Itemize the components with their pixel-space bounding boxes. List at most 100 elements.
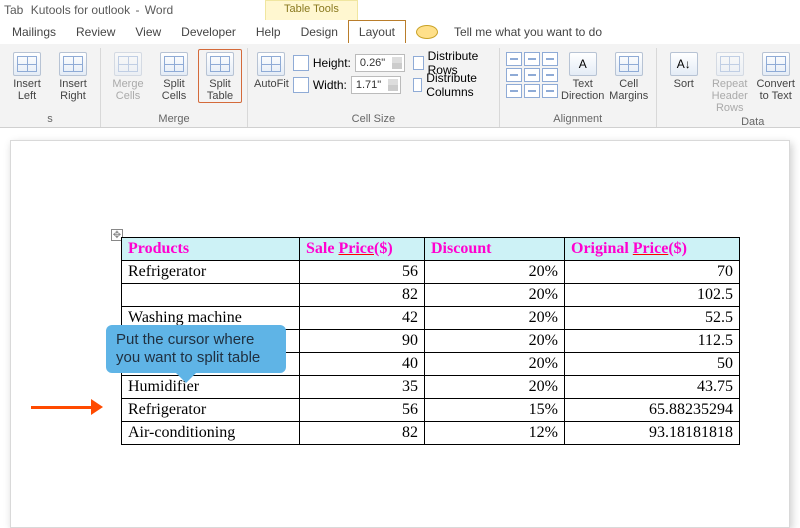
insert-left-icon — [13, 52, 41, 76]
table-cell[interactable]: 40 — [300, 353, 425, 376]
align-bl[interactable] — [506, 84, 522, 98]
instruction-callout: Put the cursor where you want to split t… — [106, 325, 286, 373]
group-label-alignment: Alignment — [506, 111, 650, 127]
tell-me-placeholder: Tell me what you want to do — [444, 21, 612, 43]
table-row[interactable]: Refrigerator5615%65.88235294 — [122, 399, 740, 422]
table-cell[interactable] — [122, 284, 300, 307]
repeat-header-icon — [716, 52, 744, 76]
align-mc[interactable] — [524, 68, 540, 82]
table-cell[interactable]: 52.5 — [565, 307, 740, 330]
title-bar: Tab Kutools for outlook - Word — [0, 0, 800, 20]
table-cell[interactable]: 82 — [300, 422, 425, 445]
tab-design[interactable]: Design — [291, 21, 348, 43]
table-cell[interactable]: 70 — [565, 261, 740, 284]
ribbon-tab-bar: Mailings Review View Developer Help Desi… — [0, 20, 800, 44]
tab-review[interactable]: Review — [66, 21, 125, 43]
tab-view[interactable]: View — [125, 21, 171, 43]
table-header-cell: Sale Price($) — [300, 238, 425, 261]
table-cell[interactable]: 20% — [425, 376, 565, 399]
distribute-columns-button[interactable]: Distribute Columns — [409, 76, 493, 94]
table-row[interactable]: Humidifier3520%43.75 — [122, 376, 740, 399]
height-input[interactable]: 0.26" — [355, 54, 405, 72]
convert-to-text-icon — [762, 52, 790, 76]
tab-developer[interactable]: Developer — [171, 21, 246, 43]
table-cell[interactable]: 20% — [425, 353, 565, 376]
align-br[interactable] — [542, 84, 558, 98]
red-arrow-annotation — [31, 399, 103, 415]
table-cell[interactable]: Humidifier — [122, 376, 300, 399]
table-cell[interactable]: 42 — [300, 307, 425, 330]
table-cell[interactable]: 20% — [425, 261, 565, 284]
table-header-row: ProductsSale Price($)DiscountOriginal Pr… — [122, 238, 740, 261]
title-doc: Kutools for outlook — [31, 3, 130, 17]
repeat-header-rows-button[interactable]: Repeat Header Rows — [709, 50, 751, 114]
table-cell[interactable]: 56 — [300, 261, 425, 284]
table-cell[interactable]: 35 — [300, 376, 425, 399]
tab-layout[interactable]: Layout — [348, 20, 406, 43]
table-cell[interactable]: 112.5 — [565, 330, 740, 353]
table-cell[interactable]: 15% — [425, 399, 565, 422]
sort-button[interactable]: A↓ Sort — [663, 50, 705, 90]
table-cell[interactable]: 90 — [300, 330, 425, 353]
merge-cells-button[interactable]: Merge Cells — [107, 50, 149, 102]
convert-to-text-button[interactable]: Convert to Text — [755, 50, 797, 102]
height-icon — [293, 55, 309, 71]
table-cell[interactable]: 20% — [425, 284, 565, 307]
group-label-cellsize: Cell Size — [254, 111, 493, 127]
table-cell[interactable]: Air-conditioning — [122, 422, 300, 445]
table-cell[interactable]: Refrigerator — [122, 399, 300, 422]
table-tools-contextual-tab: Table Tools — [265, 0, 358, 20]
table-row[interactable]: Air-conditioning8212%93.18181818 — [122, 422, 740, 445]
tab-help[interactable]: Help — [246, 21, 291, 43]
align-tl[interactable] — [506, 52, 522, 66]
width-label: Width: — [313, 78, 347, 92]
table-header-cell: Original Price($) — [565, 238, 740, 261]
table-cell[interactable]: 82 — [300, 284, 425, 307]
title-app: Word — [145, 3, 173, 17]
split-table-icon — [206, 52, 234, 76]
width-input[interactable]: 1.71" — [351, 76, 401, 94]
split-cells-icon — [160, 52, 188, 76]
text-direction-button[interactable]: A Text Direction — [562, 50, 604, 102]
group-label-merge: Merge — [107, 111, 241, 127]
align-tr[interactable] — [542, 52, 558, 66]
cell-margins-button[interactable]: Cell Margins — [608, 50, 650, 102]
table-cell[interactable]: 65.88235294 — [565, 399, 740, 422]
distribute-columns-icon — [413, 78, 422, 92]
lightbulb-icon — [416, 25, 438, 39]
table-row[interactable]: 8220%102.5 — [122, 284, 740, 307]
group-label-data: Data — [663, 114, 800, 130]
distribute-rows-icon — [413, 56, 424, 70]
align-tc[interactable] — [524, 52, 540, 66]
table-cell[interactable]: 12% — [425, 422, 565, 445]
align-ml[interactable] — [506, 68, 522, 82]
insert-left-button[interactable]: Insert Left — [6, 50, 48, 102]
table-cell[interactable]: 43.75 — [565, 376, 740, 399]
table-cell[interactable]: 50 — [565, 353, 740, 376]
table-cell[interactable]: Refrigerator — [122, 261, 300, 284]
table-cell[interactable]: 20% — [425, 330, 565, 353]
table-cell[interactable]: 93.18181818 — [565, 422, 740, 445]
table-cell[interactable]: 102.5 — [565, 284, 740, 307]
align-bc[interactable] — [524, 84, 540, 98]
table-cell[interactable]: 56 — [300, 399, 425, 422]
insert-right-button[interactable]: Insert Right — [52, 50, 94, 102]
tell-me-search[interactable]: Tell me what you want to do — [406, 17, 622, 47]
distribute-rows-button[interactable]: Distribute Rows — [409, 54, 493, 72]
split-cells-button[interactable]: Split Cells — [153, 50, 195, 102]
tab-mailings[interactable]: Mailings — [2, 21, 66, 43]
sort-icon: A↓ — [670, 52, 698, 76]
document-page[interactable]: ✥ ProductsSale Price($)DiscountOriginal … — [10, 140, 790, 528]
table-cell[interactable]: 20% — [425, 307, 565, 330]
title-tab: Tab — [4, 3, 23, 17]
table-row[interactable]: Refrigerator5620%70 — [122, 261, 740, 284]
ribbon: Insert Left Insert Right s Merge Cells S… — [0, 44, 800, 128]
width-icon — [293, 77, 309, 93]
align-mr[interactable] — [542, 68, 558, 82]
group-label-rowscols: s — [6, 111, 94, 127]
split-table-button[interactable]: Split Table — [199, 50, 241, 102]
insert-right-icon — [59, 52, 87, 76]
height-label: Height: — [313, 56, 351, 70]
autofit-button[interactable]: AutoFit — [254, 50, 289, 90]
table-header-cell: Discount — [425, 238, 565, 261]
